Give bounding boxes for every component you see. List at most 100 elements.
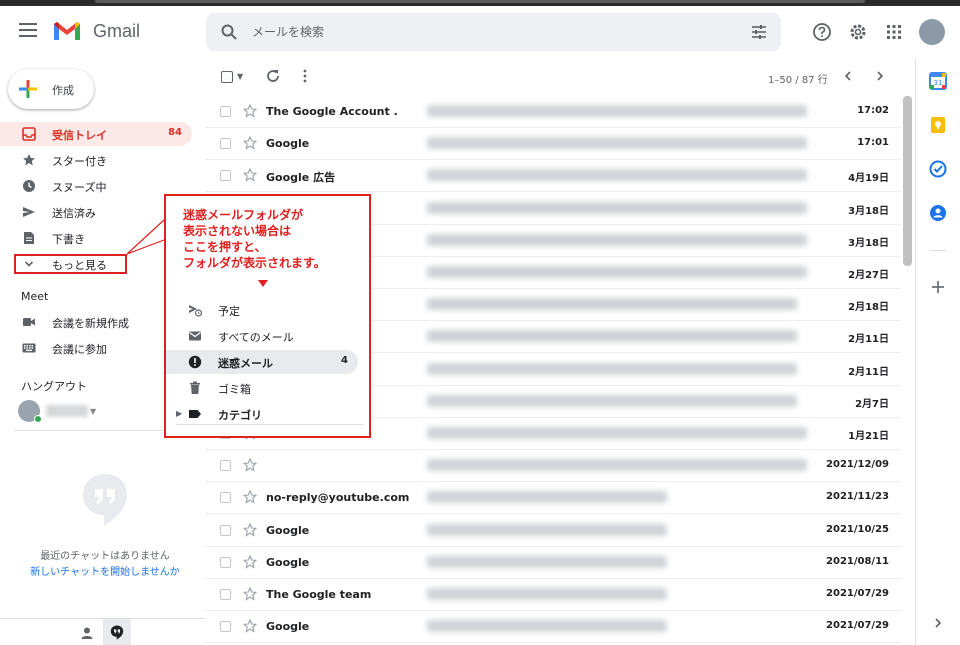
apps-icon[interactable] [884, 22, 904, 42]
chevron-left-icon[interactable] [841, 69, 855, 83]
folder-item-scheduled[interactable]: 予定 [166, 298, 358, 322]
person-icon[interactable] [80, 626, 94, 640]
sidebar-item-label: 下書き [52, 233, 85, 246]
sidebar-item-starred[interactable]: スター付き [0, 148, 192, 172]
keep-icon[interactable] [929, 116, 947, 134]
star-icon[interactable] [243, 104, 257, 118]
email-sender: Google [266, 555, 310, 569]
search-bar[interactable] [206, 13, 781, 51]
email-row[interactable]: Google 2021/10/25 [205, 514, 901, 547]
email-preview-blurred [427, 233, 807, 246]
plus-icon[interactable] [929, 278, 947, 296]
divider [930, 250, 946, 251]
calendar-icon[interactable]: 31 [929, 72, 947, 90]
email-checkbox[interactable] [220, 492, 231, 504]
gmail-logo[interactable] [52, 20, 82, 42]
hangouts-tab[interactable] [103, 619, 131, 645]
email-checkbox[interactable] [220, 524, 231, 536]
email-checkbox[interactable] [220, 621, 231, 633]
star-icon[interactable] [243, 554, 257, 569]
draft-icon [24, 232, 34, 244]
email-preview-blurred [427, 105, 807, 117]
email-checkbox[interactable] [220, 138, 231, 150]
scheduled-icon [189, 305, 202, 317]
search-input[interactable] [252, 22, 672, 42]
folder-item-trash[interactable]: ゴミ箱 [166, 376, 358, 400]
tune-icon[interactable] [750, 23, 768, 41]
hangouts-user-name-blurred [46, 405, 88, 417]
email-preview-blurred [427, 459, 807, 472]
more-highlight-box [14, 254, 127, 274]
email-row[interactable]: no-reply@youtube.com 2021/11/23 [205, 482, 901, 515]
chat-empty-text: 最近のチャットはありません [40, 551, 170, 562]
mail-toolbar: ▼ 1–50 / 87 行 [205, 58, 913, 96]
scrollbar[interactable] [903, 96, 912, 266]
refresh-icon[interactable] [265, 68, 281, 84]
email-sender: Google [266, 523, 310, 537]
email-checkbox[interactable] [220, 106, 231, 117]
email-row[interactable]: Google 2021/08/11 [205, 546, 901, 579]
star-icon[interactable] [243, 136, 257, 150]
email-row[interactable]: Google 2021/07/29 [205, 611, 901, 644]
email-preview-blurred [427, 169, 807, 182]
email-date: 2月11日 [848, 334, 889, 346]
star-icon[interactable] [243, 168, 257, 183]
email-date: 2021/08/11 [826, 555, 889, 567]
caret-down-icon[interactable]: ▼ [90, 407, 96, 416]
contacts-icon[interactable] [929, 204, 947, 222]
chevron-right-icon[interactable] [929, 614, 947, 632]
email-checkbox[interactable] [220, 556, 231, 568]
star-icon[interactable] [243, 490, 257, 505]
search-icon[interactable] [220, 23, 238, 41]
sidebar-item-label: スヌーズ中 [52, 181, 107, 194]
folder-item-spam[interactable]: 迷惑メール 4 [166, 350, 358, 374]
select-caret-icon[interactable]: ▼ [237, 72, 243, 81]
email-row[interactable]: Google 広告 4月19日 [205, 160, 901, 193]
sidebar-item-label: 会議を新規作成 [52, 317, 129, 330]
email-row[interactable]: The Google Account . 17:02 [205, 96, 901, 128]
chevron-right-icon[interactable] [873, 69, 887, 83]
label-icon [189, 410, 201, 418]
hamburger-icon[interactable] [19, 23, 37, 37]
more-vert-icon[interactable] [301, 68, 309, 84]
star-icon[interactable] [243, 522, 257, 537]
email-checkbox[interactable] [220, 170, 231, 182]
email-row[interactable]: The Google team 2021/07/29 [205, 579, 901, 611]
help-icon[interactable] [812, 22, 832, 42]
star-icon [23, 154, 35, 166]
email-sender: no-reply@youtube.com [266, 491, 410, 505]
folder-item-categories[interactable]: ▶ カテゴリ [166, 402, 358, 426]
expand-caret-icon[interactable]: ▶ [176, 409, 182, 418]
account-avatar[interactable] [919, 19, 945, 45]
email-row[interactable]: Google 17:01 [205, 128, 901, 161]
start-chat-link[interactable]: 新しいチャットを開始しませんか [0, 563, 210, 578]
keyboard-icon [22, 343, 36, 353]
compose-button[interactable]: 作成 [8, 69, 94, 109]
email-checkbox[interactable] [220, 460, 231, 472]
email-sender: Google [266, 620, 310, 634]
star-icon[interactable] [243, 458, 257, 472]
mail-icon [189, 331, 201, 341]
star-icon[interactable] [243, 619, 257, 633]
sidebar-item-inbox[interactable]: 受信トレイ 84 [0, 122, 192, 146]
tasks-icon[interactable] [929, 160, 947, 178]
video-icon [23, 318, 35, 326]
email-date: 3月18日 [848, 237, 889, 249]
folder-item-all-mail[interactable]: すべてのメール [166, 324, 358, 348]
email-preview-blurred [427, 137, 807, 150]
sidebar-item-label: スター付き [52, 155, 107, 168]
email-row[interactable]: 2021/12/09 [205, 450, 901, 483]
gear-icon[interactable] [848, 22, 868, 42]
email-date: 17:01 [857, 137, 889, 149]
email-date: 2021/10/25 [826, 523, 889, 535]
email-preview-blurred [427, 555, 667, 568]
star-icon[interactable] [243, 587, 257, 601]
select-all-checkbox[interactable] [221, 71, 233, 83]
email-date: 2021/07/29 [826, 588, 889, 599]
online-status-dot [34, 415, 42, 423]
email-checkbox[interactable] [220, 589, 231, 600]
page-range: 1–50 / 87 行 [768, 75, 828, 86]
meet-title: Meet [21, 290, 49, 303]
sidebar-item-label: 受信トレイ [52, 129, 107, 142]
email-sender: The Google team [266, 588, 372, 601]
